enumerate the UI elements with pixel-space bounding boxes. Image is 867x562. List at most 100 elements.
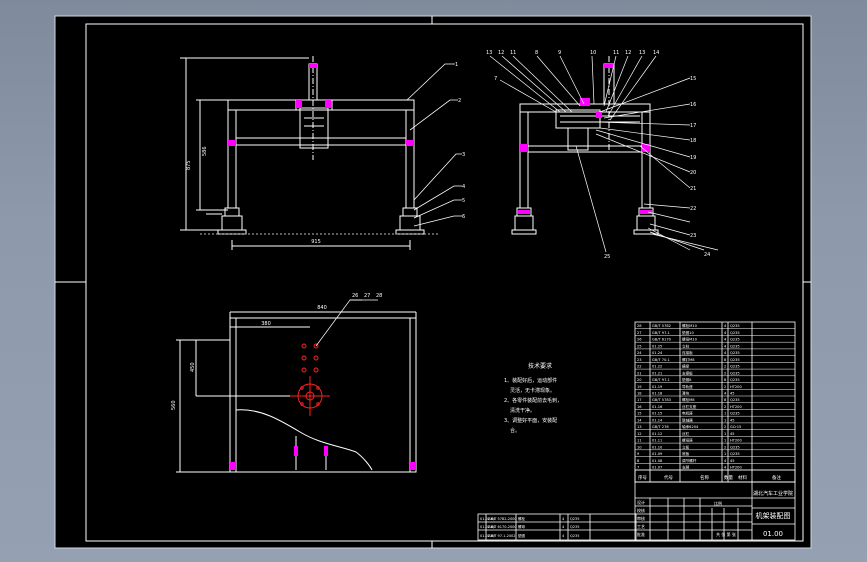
- bom-cell: 1: [724, 452, 726, 456]
- scale-label: 比例: [714, 500, 722, 506]
- drawing-number: 01.00: [763, 530, 783, 538]
- bom-cell: Q235: [730, 412, 740, 416]
- balloon-side-top: 10: [590, 50, 596, 56]
- balloon-7: 7: [494, 76, 497, 82]
- bom-cell: 2: [724, 405, 726, 409]
- bom-cell: 螺母M10: [682, 337, 698, 342]
- bom-cell: 支脚: [682, 465, 690, 470]
- drawing-sheet: [54, 15, 812, 549]
- balloon-side-right: 20: [690, 170, 696, 176]
- bom-cell: 2: [724, 365, 726, 369]
- bom-cell: 18: [637, 392, 642, 396]
- bom-cell: 26: [637, 338, 642, 342]
- bom-header-cell: 序号: [638, 474, 647, 481]
- bom-cell: 螺钉M8: [682, 357, 695, 362]
- bom-cell: HT200: [730, 466, 742, 470]
- bom-cell: 调节螺杆: [682, 458, 697, 463]
- rev-cell: 螺栓: [518, 516, 526, 521]
- bom-header-cell: 材料: [738, 474, 747, 481]
- balloon-side-top: 14: [653, 50, 659, 56]
- rev-cell: Q235: [570, 525, 579, 529]
- bom-cell: 01.21: [652, 371, 662, 375]
- bom-cell: 17: [637, 398, 642, 402]
- balloon-plan: 27: [364, 293, 370, 299]
- plan-balloons: 26 27 28: [352, 293, 382, 299]
- rev-cell: GB/T 5782-2000: [488, 517, 517, 521]
- bom-cell: Q235: [730, 445, 740, 449]
- bom-cell: 2: [724, 385, 726, 389]
- bom-cell: 7: [637, 466, 639, 470]
- rev-cell: Q235: [570, 534, 579, 538]
- bom-cell: 垫圈10: [682, 330, 694, 335]
- bom-cell: 01.09: [652, 452, 663, 456]
- bom-cell: 19: [637, 385, 642, 389]
- bom-cell: 螺栓M8: [682, 397, 695, 402]
- balloon-side-right: 22: [690, 206, 696, 212]
- bom-cell: 01.22: [652, 365, 662, 369]
- bom-cell: 1: [724, 412, 726, 416]
- bom-cell: 01.24: [652, 351, 663, 355]
- bom-cell: 45: [730, 432, 735, 436]
- bom-cell: 10: [637, 445, 642, 449]
- dim-plan-inner-label: 380: [261, 321, 271, 327]
- rev-cell: Q235: [570, 517, 579, 521]
- bom-cell: 垫圈8: [682, 377, 692, 382]
- sign-row-label: 校核: [637, 507, 645, 513]
- bom-cell: GB/T 97.1: [652, 378, 670, 382]
- bom-cell: 丝杠支座: [682, 404, 697, 409]
- bom-cell: 丝杠: [682, 431, 690, 436]
- balloon-side-top: 8: [535, 50, 538, 56]
- balloon-2: 2: [458, 98, 461, 104]
- dim-front-total-label: 875: [186, 160, 192, 170]
- bom-cell: GCr15: [730, 425, 741, 429]
- drawing-title: 机架装配图: [756, 511, 791, 520]
- balloon-6: 6: [462, 214, 465, 220]
- balloon-plan: 28: [376, 293, 382, 299]
- balloon-side-right: 21: [690, 186, 696, 192]
- bom-cell: 01.11: [652, 439, 662, 443]
- bom-cell: Q235: [730, 378, 740, 382]
- dim-front-height-label: 586: [202, 146, 208, 156]
- tech-req-heading: 技术要求: [528, 362, 552, 370]
- school-name: 湖北汽车工业学院: [753, 490, 793, 497]
- tech-req-line: 灵活，无卡滞现象。: [510, 387, 555, 394]
- balloon-side-top: 12: [625, 50, 631, 56]
- sign-row-label: 设计: [637, 499, 645, 505]
- bom-cell: Q235: [730, 344, 740, 348]
- bom-cell: Q235: [730, 331, 740, 335]
- rev-cell: GB/T 97.1-2002: [488, 534, 516, 538]
- bom-cell: 12: [637, 432, 642, 436]
- bom-cell: 45: [730, 392, 735, 396]
- bom-cell: 电机座: [682, 411, 693, 416]
- bom-cell: Q235: [730, 452, 740, 456]
- balloon-side-right: 23: [690, 233, 696, 239]
- balloon-side-top: 11: [613, 50, 619, 56]
- bom-cell: HT200: [730, 439, 742, 443]
- rev-cell: GB/T 6170-2000: [488, 525, 517, 529]
- bom-cell: 20: [637, 378, 642, 382]
- bom-cell: 01.07: [652, 466, 662, 470]
- bom-cell: Q235: [730, 351, 740, 355]
- bom-cell: 45: [730, 459, 735, 463]
- bom-cell: Q235: [730, 365, 740, 369]
- bom-cell: GB/T 5782: [652, 324, 671, 328]
- bom-header-cell: 代号: [664, 474, 673, 481]
- bom-cell: 13: [637, 425, 642, 429]
- cad-drawing[interactable]: 28 GB/T 5782 螺栓M10 4 Q23527 GB/T 97.1 垫圈10 4 Q23…: [0, 0, 867, 562]
- bom-cell: 底板: [682, 451, 690, 456]
- bom-cell: 1: [724, 439, 726, 443]
- tech-req-line: 2、各零件装配前去毛刺，: [504, 397, 562, 404]
- dim-plan-depth-label: 560: [171, 400, 177, 410]
- bom-cell: 轴承6204: [682, 424, 699, 429]
- dim-plan-side-label: 450: [190, 362, 196, 372]
- bom-cell: 15: [637, 412, 642, 416]
- balloon-1: 1: [455, 62, 458, 68]
- bom-cell: 01.25: [652, 344, 662, 348]
- balloon-3: 3: [462, 152, 465, 158]
- tech-req-line: 清洗干净。: [510, 407, 535, 414]
- balloon-side-top: 11: [510, 50, 516, 56]
- bom-cell: 11: [637, 439, 642, 443]
- balloon-side-top: 13: [486, 50, 492, 56]
- sheet-label: 共 张 第 张: [716, 531, 736, 537]
- bom-cell: 01.15: [652, 412, 662, 416]
